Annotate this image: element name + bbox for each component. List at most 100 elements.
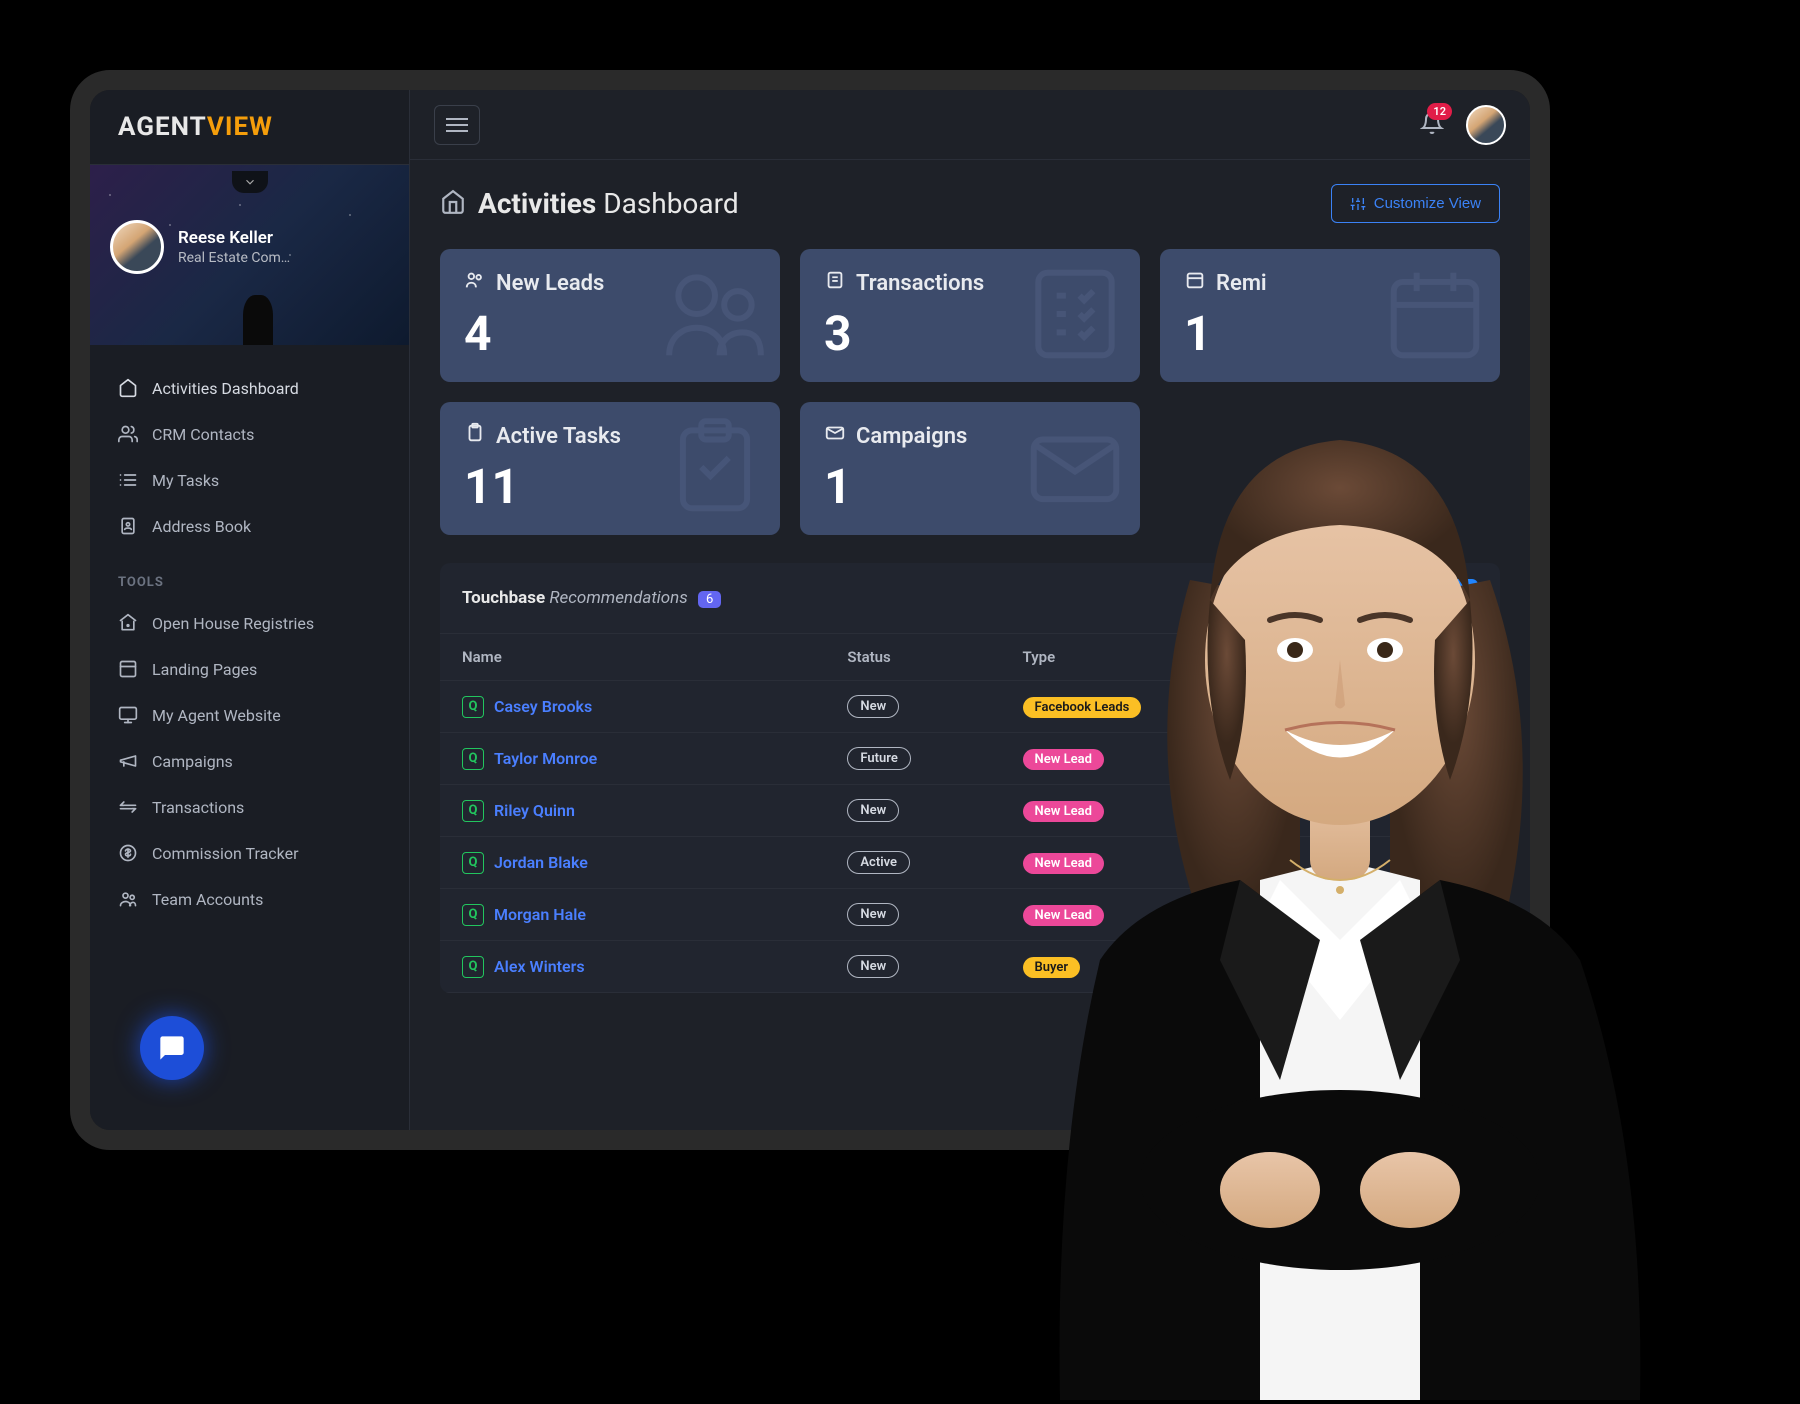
table-row[interactable]: Q Riley Quinn New New Lead 1: [440, 785, 1500, 837]
sidebar-item-my-tasks[interactable]: My Tasks: [90, 457, 409, 503]
nav-tools-section: TOOLS Open House RegistriesLanding Pages…: [90, 555, 409, 928]
col-name: Name: [462, 648, 847, 666]
main: 12 Activities Dashboard Customize: [410, 90, 1530, 1130]
app-root: AGENTVIEW Reese Keller Real Estate Com… …: [90, 90, 1530, 1130]
queue-icon: Q: [462, 696, 484, 718]
touchbase-count: 6: [698, 591, 721, 608]
chat-icon: [158, 1034, 186, 1062]
touchbase-panel: Touchbase Recommendations 6 Name Status …: [440, 563, 1500, 993]
sidebar-item-transactions[interactable]: Transactions: [90, 784, 409, 830]
status-badge: Active: [847, 851, 910, 874]
profile-card[interactable]: Reese Keller Real Estate Com…: [90, 165, 409, 345]
people-icon: [464, 269, 486, 297]
queue-icon: Q: [462, 904, 484, 926]
lead-name-link[interactable]: Jordan Blake: [494, 853, 588, 872]
status-badge: New: [847, 955, 899, 978]
table-row[interactable]: Q Taylor Monroe Future New Lead 1 day: [440, 733, 1500, 785]
table-row[interactable]: Q Casey Brooks New Facebook Leads 1 day: [440, 681, 1500, 733]
sidebar-item-label: Campaigns: [152, 752, 233, 771]
list-icon: [118, 470, 138, 490]
sidebar-item-team-accounts[interactable]: Team Accounts: [90, 876, 409, 922]
sidebar-item-label: Activities Dashboard: [152, 379, 299, 398]
sidebar-item-open-house-registries[interactable]: Open House Registries: [90, 600, 409, 646]
profile-name: Reese Keller: [178, 228, 290, 248]
sidebar-item-commission-tracker[interactable]: Commission Tracker: [90, 830, 409, 876]
monitor-icon: [118, 705, 138, 725]
chat-fab[interactable]: [140, 1016, 204, 1080]
status-badge: New: [847, 799, 899, 822]
team-icon: [118, 889, 138, 909]
type-badge: Facebook Leads: [1023, 697, 1142, 718]
lead-name-link[interactable]: Alex Winters: [494, 957, 585, 976]
queue-icon: Q: [462, 956, 484, 978]
col-type: Type: [1023, 648, 1303, 666]
brand-part1: AGENT: [118, 112, 207, 142]
menu-toggle-button[interactable]: [434, 105, 480, 145]
status-badge: New: [847, 695, 899, 718]
sidebar-item-label: Landing Pages: [152, 660, 257, 679]
calendar-bg-icon: [1380, 259, 1490, 373]
profile-info: Reese Keller Real Estate Com…: [110, 220, 290, 274]
customize-view-button[interactable]: Customize View: [1331, 184, 1500, 223]
sidebar-item-label: My Tasks: [152, 471, 219, 490]
profile-avatar[interactable]: [110, 220, 164, 274]
stat-card-campaigns[interactable]: Campaigns 1: [800, 402, 1140, 535]
table-row[interactable]: Q Alex Winters New Buyer: [440, 941, 1500, 993]
page-header: Activities Dashboard Customize View: [440, 184, 1500, 223]
stat-card-transactions[interactable]: Transactions 3: [800, 249, 1140, 382]
table-row[interactable]: Q Morgan Hale New New Lead: [440, 889, 1500, 941]
sidebar-item-label: Address Book: [152, 517, 251, 536]
type-badge: Buyer: [1023, 957, 1081, 978]
megaphone-icon: [118, 751, 138, 771]
sidebar-item-activities-dashboard[interactable]: Activities Dashboard: [90, 365, 409, 411]
sidebar-item-crm-contacts[interactable]: CRM Contacts: [90, 411, 409, 457]
touchbase-title: Touchbase Recommendations 6: [462, 588, 721, 608]
lead-name-link[interactable]: Casey Brooks: [494, 697, 592, 716]
chevron-down-icon: [243, 175, 257, 189]
people-bg-icon: [660, 259, 770, 373]
queue-icon: Q: [462, 852, 484, 874]
sidebar-item-my-agent-website[interactable]: My Agent Website: [90, 692, 409, 738]
stat-card-active-tasks[interactable]: Active Tasks 11: [440, 402, 780, 535]
contact-value: 1 day: [1303, 698, 1478, 716]
sidebar-item-landing-pages[interactable]: Landing Pages: [90, 646, 409, 692]
status-badge: Future: [847, 747, 910, 770]
video-icon: [1438, 587, 1460, 609]
profile-bg-silhouette: [243, 295, 273, 345]
sliders-icon: [1350, 196, 1366, 212]
contact-value: 1 day: [1303, 750, 1478, 768]
brand-part2: VIEW: [207, 112, 273, 142]
touchbase-table-header: Name Status Type Contact: [440, 634, 1500, 681]
clipboard-bg-icon: [660, 412, 770, 526]
tablet-frame: AGENTVIEW Reese Keller Real Estate Com… …: [70, 70, 1550, 1150]
book-icon: [118, 516, 138, 536]
stat-card-remi[interactable]: Remi 1: [1160, 249, 1500, 382]
status-badge: New: [847, 903, 899, 926]
notification-badge: 12: [1427, 103, 1452, 120]
calendar-icon: [1184, 269, 1206, 297]
sidebar: AGENTVIEW Reese Keller Real Estate Com… …: [90, 90, 410, 1130]
contact-value: 1: [1303, 802, 1478, 820]
stat-card-new-leads[interactable]: New Leads 4: [440, 249, 780, 382]
users-icon: [118, 424, 138, 444]
checklist-icon: [824, 269, 846, 297]
user-menu-avatar[interactable]: [1466, 105, 1506, 145]
profile-toggle[interactable]: [232, 171, 268, 193]
touchbase-title-em: Recommendations: [549, 588, 687, 608]
type-badge: New Lead: [1023, 905, 1104, 926]
col-status: Status: [847, 648, 1022, 666]
notifications-button[interactable]: 12: [1420, 111, 1444, 139]
lead-name-link[interactable]: Morgan Hale: [494, 905, 586, 924]
page-title-rest: Dashboard: [596, 187, 738, 220]
profile-role: Real Estate Com…: [178, 250, 290, 266]
lead-name-link[interactable]: Riley Quinn: [494, 801, 575, 820]
table-row[interactable]: Q Jordan Blake Active New Lead: [440, 837, 1500, 889]
page-title: Activities Dashboard: [440, 187, 739, 220]
sidebar-item-campaigns[interactable]: Campaigns: [90, 738, 409, 784]
clipboard-icon: [464, 422, 486, 450]
sidebar-item-address-book[interactable]: Address Book: [90, 503, 409, 549]
lead-name-link[interactable]: Taylor Monroe: [494, 749, 597, 768]
video-button[interactable]: [1420, 579, 1478, 617]
touchbase-table: Name Status Type Contact Q Casey Brooks …: [440, 634, 1500, 993]
layout-icon: [118, 659, 138, 679]
